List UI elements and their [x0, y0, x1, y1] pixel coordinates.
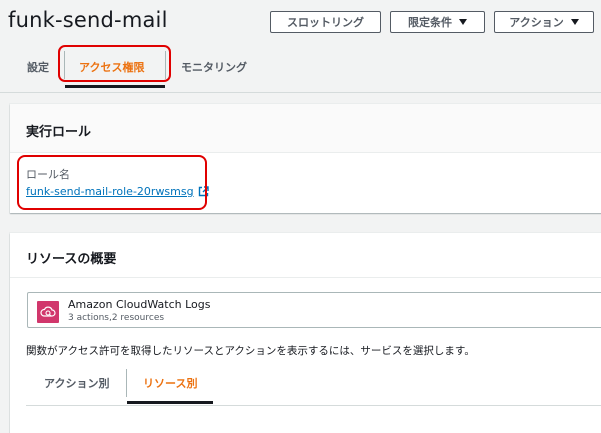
tab-monitoring[interactable]: モニタリング [181, 59, 247, 75]
throttle-button-label: スロットリング [287, 16, 364, 29]
actions-dropdown-label: アクション [509, 16, 564, 29]
page-title: funk-send-mail [8, 8, 168, 32]
execution-role-header: 実行ロール [10, 104, 601, 153]
service-name: Amazon CloudWatch Logs [68, 298, 211, 311]
subtab-divider [126, 369, 127, 397]
tab-by-action[interactable]: アクション別 [44, 375, 109, 391]
active-subtab-indicator [127, 401, 213, 404]
execution-role-title: 実行ロール [26, 125, 92, 140]
throttle-button[interactable]: スロットリング [270, 11, 381, 33]
resource-summary-panel: リソースの概要 Amazon CloudWatch Logs 3 actions… [10, 233, 601, 433]
active-tab-indicator [65, 85, 165, 88]
tab-by-resource[interactable]: リソース別 [143, 375, 197, 391]
tab-highlight-annotation [58, 45, 171, 82]
qualifiers-dropdown-label: 限定条件 [408, 16, 452, 29]
resource-summary-title: リソースの概要 [26, 252, 117, 267]
tab-settings[interactable]: 設定 [27, 59, 49, 75]
role-highlight-annotation [17, 155, 207, 210]
cloudwatch-logs-icon [37, 301, 59, 323]
subtab-bottom-divider [26, 405, 601, 406]
caret-down-icon [570, 19, 579, 25]
qualifiers-dropdown[interactable]: 限定条件 [390, 11, 485, 33]
service-detail: 3 actions,2 resources [68, 313, 165, 323]
actions-dropdown[interactable]: アクション [494, 11, 594, 33]
resource-summary-description: 関数がアクセス許可を取得したリソースとアクションを表示するには、サービスを選択し… [26, 345, 475, 357]
resource-summary-divider [10, 277, 601, 278]
caret-down-icon [459, 19, 467, 25]
header-divider [0, 92, 601, 93]
service-select-card[interactable]: Amazon CloudWatch Logs 3 actions,2 resou… [27, 292, 601, 328]
